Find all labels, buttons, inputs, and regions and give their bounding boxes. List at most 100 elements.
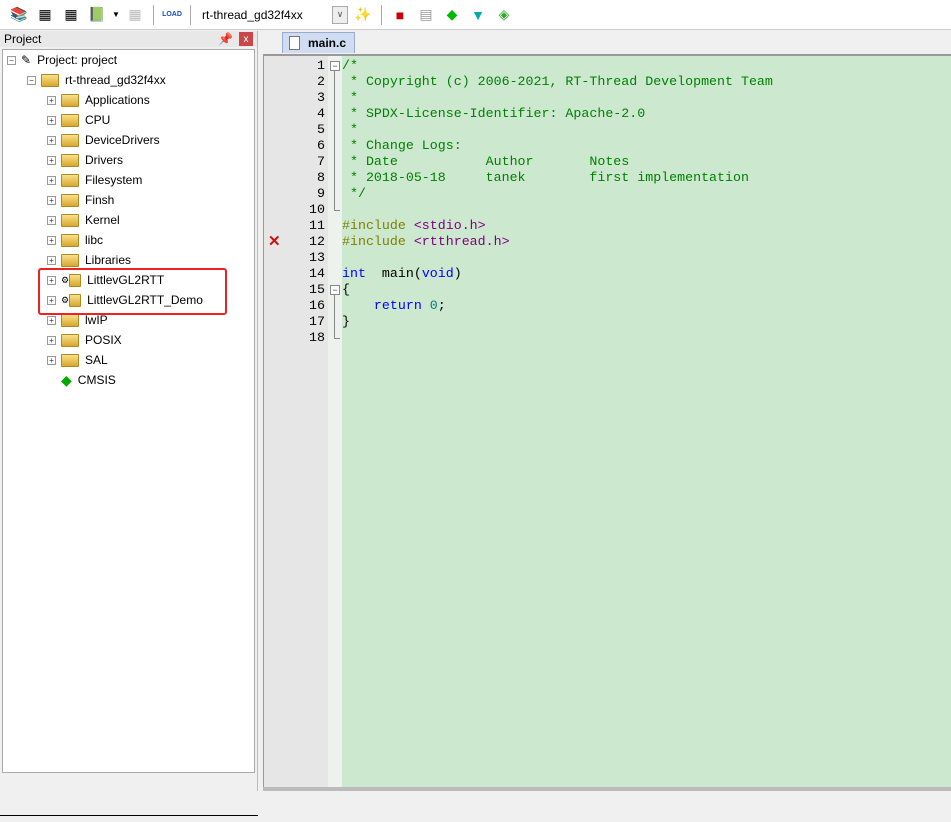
- folder-icon: [61, 113, 79, 127]
- file-extensions-icon[interactable]: ▤: [415, 4, 437, 26]
- line-number: 14: [309, 266, 325, 281]
- expand-icon[interactable]: +: [47, 155, 56, 165]
- load-icon[interactable]: LOAD: [161, 4, 183, 26]
- code-line[interactable]: return 0;: [342, 298, 446, 314]
- tree-label: SAL: [85, 353, 108, 367]
- tree-item-cmsis[interactable]: ◆ CMSIS: [61, 370, 116, 390]
- tree-label: Project: project: [37, 53, 118, 67]
- tree-item-group[interactable]: + Libraries: [47, 250, 131, 270]
- tab-main-c[interactable]: main.c: [282, 32, 355, 53]
- code-line[interactable]: #include <rtthread.h>: [342, 234, 510, 250]
- options-icon[interactable]: ✨: [352, 4, 374, 26]
- code-token: #include: [342, 234, 414, 249]
- error-icon[interactable]: ✕: [268, 234, 281, 250]
- code-line[interactable]: * Copyright (c) 2006-2021, RT-Thread Dev…: [342, 74, 773, 90]
- stop-build-icon[interactable]: ▦: [124, 4, 146, 26]
- pin-icon[interactable]: 📌: [218, 32, 233, 46]
- code-token: *: [342, 90, 358, 105]
- expand-icon[interactable]: +: [47, 95, 56, 105]
- expand-icon[interactable]: +: [47, 335, 56, 345]
- pack-installer-icon[interactable]: ◆: [441, 4, 463, 26]
- folder-icon: [61, 153, 79, 167]
- close-icon[interactable]: x: [239, 32, 253, 46]
- expand-icon[interactable]: +: [47, 235, 56, 245]
- fold-toggle-icon[interactable]: −: [330, 61, 340, 71]
- project-tree: − ✎ Project: project − rt-thread_gd32f4xx + Ap…: [2, 49, 255, 773]
- expand-icon[interactable]: +: [47, 215, 56, 225]
- toolbar: 📚 ▦ ▦ 📗 ▼ ▦ LOAD rt-thread_gd32f4xx ∨ ✨ ■…: [0, 0, 951, 30]
- tree-item-group[interactable]: + POSIX: [47, 330, 122, 350]
- manage-rte-icon[interactable]: ◈: [493, 4, 515, 26]
- expand-icon[interactable]: +: [47, 135, 56, 145]
- project-icon: ✎: [21, 53, 32, 67]
- tree-label: Filesystem: [85, 173, 143, 187]
- expand-icon[interactable]: +: [47, 175, 56, 185]
- code-line[interactable]: * Change Logs:: [342, 138, 462, 154]
- horizontal-scrollbar[interactable]: [263, 787, 951, 791]
- separator: [190, 4, 191, 25]
- chevron-down-icon[interactable]: ∨: [332, 5, 348, 24]
- tree-item-group[interactable]: + SAL: [47, 350, 108, 370]
- code-line[interactable]: */: [342, 186, 366, 202]
- expand-icon[interactable]: +: [47, 255, 56, 265]
- code-editor[interactable]: 1 /* 2 * Copyright (c) 2006-2021, RT-Threa…: [263, 54, 951, 791]
- tree-item-group[interactable]: + Applications: [47, 90, 150, 110]
- tree-item-target[interactable]: − rt-thread_gd32f4xx: [27, 70, 166, 90]
- code-line[interactable]: int main(void): [342, 266, 462, 282]
- dropdown-icon[interactable]: ▼: [112, 4, 120, 26]
- tree-label: Libraries: [85, 253, 132, 267]
- expand-icon[interactable]: +: [47, 115, 56, 125]
- code-token: /*: [342, 58, 358, 73]
- translate-icon[interactable]: 📚: [8, 4, 30, 26]
- tree-label: Kernel: [85, 213, 120, 227]
- code-token: ;: [437, 298, 446, 313]
- line-number: 9: [317, 186, 325, 201]
- line-number: 4: [317, 106, 325, 121]
- code-line[interactable]: }: [342, 314, 350, 330]
- folder-icon: [61, 253, 79, 267]
- fold-toggle-icon[interactable]: −: [330, 285, 340, 295]
- code-token: return: [373, 298, 422, 313]
- line-number: 18: [309, 330, 325, 345]
- collapse-icon[interactable]: −: [27, 75, 36, 85]
- line-number: 5: [317, 122, 325, 137]
- tree-item-group[interactable]: + CPU: [47, 110, 110, 130]
- expand-icon[interactable]: +: [47, 355, 56, 365]
- tree-item-project[interactable]: − ✎ Project: project: [7, 50, 117, 70]
- manage-components-icon[interactable]: ■: [389, 4, 411, 26]
- build-icon[interactable]: ▦: [34, 4, 56, 26]
- code-token: <stdio.h>: [413, 218, 486, 233]
- fold-line: [334, 71, 340, 211]
- collapse-icon[interactable]: −: [7, 55, 16, 65]
- line-number: 15: [309, 282, 325, 297]
- code-token: 0: [429, 298, 438, 313]
- code-line[interactable]: * 2018-05-18 tanek first implementation: [342, 170, 749, 186]
- fold-line: [334, 295, 340, 339]
- select-packs-icon[interactable]: ▼: [467, 4, 489, 26]
- line-number: 7: [317, 154, 325, 169]
- folder-icon: [61, 353, 79, 367]
- code-line[interactable]: * Date Author Notes: [342, 154, 629, 170]
- tree-label: CPU: [85, 113, 111, 127]
- expand-icon[interactable]: +: [47, 315, 56, 325]
- tree-item-group[interactable]: + libc: [47, 230, 103, 250]
- code-line[interactable]: /*: [342, 58, 358, 74]
- project-panel: Project 📌 x − ✎ Project: project − rt-thread_…: [0, 31, 258, 822]
- tree-item-group[interactable]: + Kernel: [47, 210, 120, 230]
- expand-icon[interactable]: +: [47, 195, 56, 205]
- tree-label: CMSIS: [77, 373, 116, 387]
- tree-item-group[interactable]: + Drivers: [47, 150, 123, 170]
- code-line[interactable]: * SPDX-License-Identifier: Apache-2.0: [342, 106, 645, 122]
- tree-item-group[interactable]: + DeviceDrivers: [47, 130, 160, 150]
- target-select[interactable]: rt-thread_gd32f4xx ∨: [198, 5, 348, 25]
- code-line[interactable]: *: [342, 90, 358, 106]
- code-token: * Copyright (c) 2006-2021, RT-Thread Dev…: [342, 74, 773, 89]
- code-line[interactable]: #include <stdio.h>: [342, 218, 486, 234]
- tree-item-group[interactable]: + Finsh: [47, 190, 114, 210]
- code-line[interactable]: {: [342, 282, 350, 298]
- batch-build-icon[interactable]: 📗: [86, 4, 108, 26]
- code-line[interactable]: *: [342, 122, 358, 138]
- rebuild-icon[interactable]: ▦: [60, 4, 82, 26]
- tree-item-group[interactable]: + Filesystem: [47, 170, 142, 190]
